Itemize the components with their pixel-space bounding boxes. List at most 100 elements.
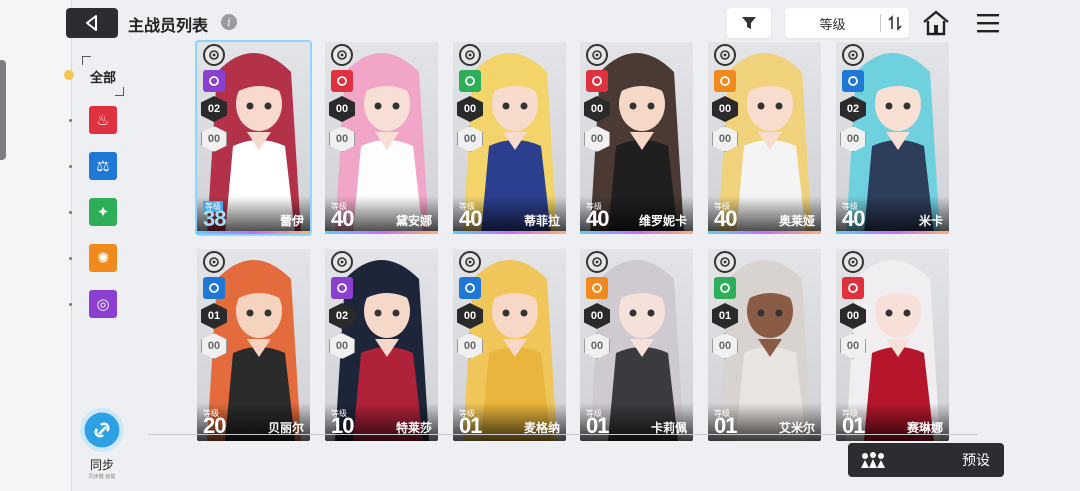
filter-dot [69,257,72,260]
character-card[interactable]: 02 00 等级 40 米卡 [836,42,949,234]
element-icon [331,70,353,92]
element-icon [459,277,481,299]
side-handle[interactable] [0,60,6,160]
filter-water-button[interactable]: ⚖ [89,152,117,180]
character-card[interactable]: 00 00 等级 40 黛安娜 [325,42,438,234]
sort-label: 等级 [819,16,846,32]
sync-button[interactable]: 同步 同步器 装载 [78,408,126,480]
menu-button[interactable] [977,13,999,37]
class-icon [203,44,225,66]
filter-button[interactable] [727,8,771,38]
level-value: 01 [842,413,866,438]
rarity-bar [453,231,566,234]
class-icon [203,251,225,273]
sync-label: 同步 [89,458,114,472]
class-icon [459,251,481,273]
home-button[interactable] [922,10,950,40]
class-icon [459,44,481,66]
level-value: 01 [459,413,483,438]
back-button[interactable] [66,8,118,38]
sort-order-button[interactable] [881,15,909,31]
sync-link-icon [94,422,110,438]
sync-sublabel: 同步器 装载 [88,474,116,480]
squad-icon [848,450,898,470]
character-card[interactable]: 00 00 等级 01 麦格纳 [453,249,566,441]
character-card[interactable]: 02 00 等级 10 特莱莎 [325,249,438,441]
level-value: 40 [331,206,355,231]
filter-iron-button[interactable]: ◎ [89,290,117,318]
level-value: 01 [714,413,738,438]
water-element-icon: ⚖ [96,157,110,175]
level-value: 40 [586,206,610,231]
class-icon [331,251,353,273]
filter-fire-button[interactable]: ♨ [89,106,117,134]
character-card[interactable]: 01 00 等级 20 贝丽尔 [197,249,310,441]
filter-wind-button[interactable]: ✦ [89,198,117,226]
class-icon [586,44,608,66]
level-value: 01 [586,413,610,438]
divider [148,434,978,435]
rarity-bar [325,231,438,234]
hamburger-icon [977,14,999,33]
filter-dot [69,303,72,306]
iron-element-icon: ◎ [96,295,110,313]
class-icon [714,44,736,66]
filter-icon [742,17,756,29]
back-arrow-icon [86,15,97,31]
rarity-bar [580,231,693,234]
level-value: 10 [331,413,355,438]
preset-label: 预设 [962,452,990,468]
element-icon [842,277,864,299]
filter-all[interactable]: 全部 [82,56,124,96]
level-value: 20 [203,413,227,438]
sort-order-icon [888,15,902,31]
left-sidebar [0,0,72,491]
sort-selector[interactable]: 等级 [785,8,909,38]
element-icon [203,70,225,92]
level-value: 40 [459,206,483,231]
character-name: 维罗妮卡 [638,214,687,228]
filter-all-label: 全部 [89,69,116,85]
element-icon [842,70,864,92]
character-name: 米卡 [918,214,943,228]
element-icon [714,277,736,299]
character-card[interactable]: 00 00 等级 40 蒂菲拉 [453,42,566,234]
class-icon [714,251,736,273]
page-title: 主战员列表 [128,18,209,35]
class-icon [842,251,864,273]
character-card[interactable]: 00 00 等级 40 维罗妮卡 [580,42,693,234]
character-card[interactable]: 00 00 等级 01 赛琳娜 [836,249,949,441]
character-name: 黛安娜 [395,214,432,228]
filter-electric-button[interactable]: ✺ [89,244,117,272]
character-card[interactable]: 00 00 等级 40 奥莱娅 [708,42,821,234]
level-value: 40 [714,206,738,231]
electric-element-icon: ✺ [96,249,110,267]
filter-dot [69,211,72,214]
rarity-bar [836,231,949,234]
home-icon [923,10,949,36]
level-value: 38 [203,206,227,231]
filter-dot [69,119,72,122]
sync-circle [80,408,124,452]
element-icon [586,277,608,299]
character-name: 蒂菲拉 [523,214,560,228]
character-card[interactable]: 01 00 等级 01 艾米尔 [708,249,821,441]
fire-element-icon: ♨ [96,111,110,129]
rarity-bar [197,231,310,234]
character-card[interactable]: 00 00 等级 01 卡莉佩 [580,249,693,441]
element-icon [203,277,225,299]
element-icon [331,277,353,299]
preset-button[interactable]: 预设 [848,443,1004,477]
character-name: 蕾伊 [279,214,304,228]
character-name: 奥莱娅 [778,214,815,228]
element-icon [586,70,608,92]
character-card[interactable]: 02 00 等级 38 蕾伊 [195,40,312,236]
element-icon [714,70,736,92]
sun-icon [64,70,74,80]
element-icon [459,70,481,92]
info-icon[interactable]: i [221,14,237,30]
filter-dot [69,165,72,168]
class-icon [842,44,864,66]
class-icon [331,44,353,66]
rarity-bar [708,231,821,234]
